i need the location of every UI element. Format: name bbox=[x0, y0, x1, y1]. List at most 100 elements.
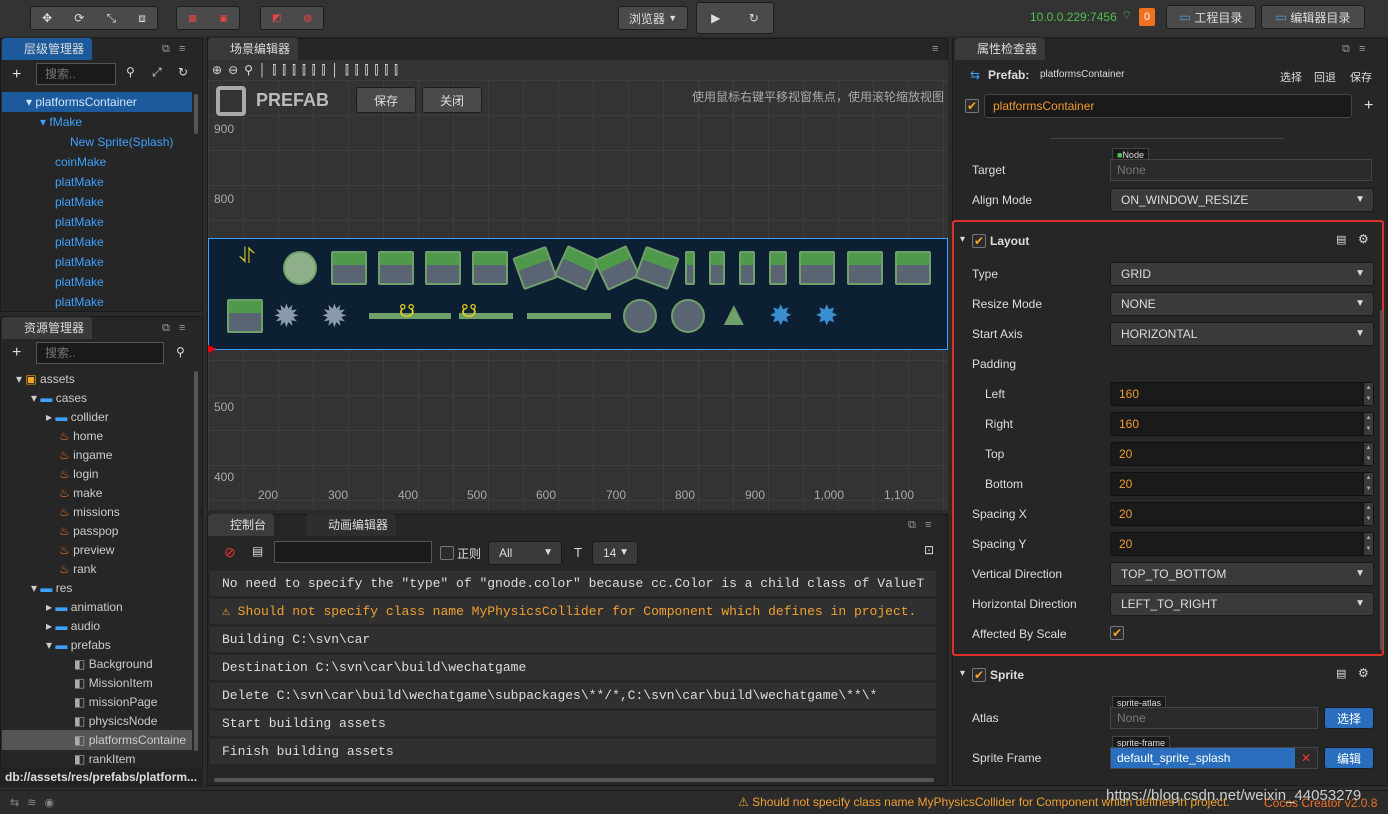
tree-node[interactable]: platMake bbox=[55, 272, 104, 292]
project-dir-button[interactable]: ▭ 工程目录 bbox=[1166, 5, 1256, 29]
affected-by-scale-checkbox[interactable]: ✔ bbox=[1110, 626, 1124, 640]
regex-checkbox[interactable] bbox=[440, 546, 454, 560]
scene-viewport[interactable]: PREFAB 保存 关闭 使用鼠标右键平移视窗焦点，使用滚轮缩放视图 900 8… bbox=[208, 80, 948, 510]
tree-node[interactable]: platMake bbox=[55, 192, 104, 212]
vertical-direction-select[interactable]: TOP_TO_BOTTOM ▼ bbox=[1110, 562, 1374, 586]
add-component-icon[interactable]: + bbox=[1364, 97, 1373, 115]
collapse-arrow-icon[interactable]: ▾ bbox=[960, 234, 965, 245]
layout-enabled-checkbox[interactable]: ✔ bbox=[972, 234, 986, 248]
search-icon[interactable]: ⚲ bbox=[126, 65, 135, 79]
collapse-arrow-icon[interactable]: ▾ bbox=[960, 668, 965, 679]
font-size-select[interactable]: 14 ▼ bbox=[592, 541, 638, 565]
tree-folder[interactable]: ▾ ▣ assets bbox=[16, 369, 75, 389]
gear-icon[interactable]: ⚙ bbox=[1358, 666, 1369, 680]
assets-scrollbar[interactable] bbox=[194, 371, 198, 751]
tree-folder[interactable]: ▸ ▬ collider bbox=[46, 407, 109, 427]
panel-menu-icon[interactable]: ≡ bbox=[932, 43, 938, 55]
layout-header[interactable]: ▾ ✔ Layout ▤ ⚙ bbox=[958, 231, 1376, 251]
horizontal-direction-select[interactable]: LEFT_TO_RIGHT ▼ bbox=[1110, 592, 1374, 616]
tree-node[interactable]: platMake bbox=[55, 212, 104, 232]
eye-icon[interactable]: ◉ bbox=[44, 797, 62, 809]
padding-right-input[interactable]: 160 ▲ ▼ bbox=[1110, 412, 1374, 436]
local-icon[interactable]: ▦ bbox=[188, 13, 197, 24]
editor-dir-button[interactable]: ▭ 编辑器目录 bbox=[1261, 5, 1365, 29]
database-icon[interactable]: ≋ bbox=[27, 797, 44, 809]
panel-menu-icon[interactable]: ⧉ ≡ bbox=[1342, 43, 1365, 56]
tree-node-selected[interactable]: ▾ platformsContainer bbox=[2, 92, 192, 112]
tree-folder[interactable]: ▸ ▬ animation bbox=[46, 597, 123, 617]
resize-mode-select[interactable]: NONE ▼ bbox=[1110, 292, 1374, 316]
node-active-checkbox[interactable]: ✔ bbox=[965, 99, 979, 113]
gear-icon[interactable]: ⚙ bbox=[1358, 232, 1369, 246]
browser-select[interactable]: 浏览器 ▼ bbox=[618, 6, 688, 30]
log-file-icon[interactable]: ▤ bbox=[252, 544, 263, 558]
align-icon[interactable]: ⫿⫿⫿⫿⫿⫿ bbox=[272, 63, 331, 77]
add-node-icon[interactable]: + bbox=[12, 66, 21, 84]
tree-folder[interactable]: ▾ ▬ prefabs bbox=[46, 635, 111, 655]
type-select[interactable]: GRID ▼ bbox=[1110, 262, 1374, 286]
start-axis-select[interactable]: HORIZONTAL ▼ bbox=[1110, 322, 1374, 346]
tree-node[interactable]: platMake bbox=[55, 292, 104, 310]
hierarchy-search-input[interactable] bbox=[36, 63, 116, 85]
platforms-container-node[interactable]: ▶ ⥯ ✹ ✹ ☋ ☋ ▲ ✸ ✸ bbox=[208, 238, 948, 355]
refresh-icon[interactable]: ↻ bbox=[178, 65, 188, 79]
sprite-frame-field[interactable]: default_sprite_splash ✕ bbox=[1110, 747, 1318, 769]
play-icon[interactable]: ▶ bbox=[711, 11, 720, 25]
prefab-select-button[interactable]: 选择 bbox=[1280, 69, 1302, 85]
tree-scene[interactable]: ♨ passpop bbox=[59, 521, 118, 541]
sprite-header[interactable]: ▾ ✔ Sprite ▤ ⚙ bbox=[958, 665, 1376, 685]
collapse-icon[interactable]: ⤢ bbox=[152, 65, 162, 80]
prefab-save-button[interactable]: 保存 bbox=[1350, 69, 1372, 85]
sprite-enabled-checkbox[interactable]: ✔ bbox=[972, 668, 986, 682]
notification-badge[interactable]: 0 bbox=[1139, 8, 1155, 26]
move-tool-icon[interactable]: ✥ bbox=[42, 11, 52, 25]
hierarchy-scrollbar[interactable] bbox=[194, 94, 198, 134]
log-level-select[interactable]: All ▼ bbox=[488, 541, 562, 565]
frame-edit-button[interactable]: 编辑 bbox=[1324, 747, 1374, 769]
node-name-input[interactable] bbox=[984, 94, 1352, 118]
tree-scene[interactable]: ♨ missions bbox=[59, 502, 120, 522]
tree-prefab[interactable]: ◧ physicsNode bbox=[74, 711, 157, 731]
tree-scene[interactable]: ♨ home bbox=[59, 426, 103, 446]
console-hscrollbar[interactable] bbox=[214, 778, 934, 782]
scene-tab[interactable]: 场景编辑器 bbox=[208, 38, 299, 60]
tree-prefab[interactable]: ◧ rankItem bbox=[74, 749, 135, 765]
clear-icon[interactable]: ⊘ bbox=[224, 544, 236, 561]
tree-prefab[interactable]: ◧ MissionItem bbox=[74, 673, 153, 693]
doc-icon[interactable]: ▤ bbox=[1336, 233, 1346, 246]
inspector-scrollbar[interactable] bbox=[1380, 310, 1383, 650]
tree-folder[interactable]: ▾ ▬ cases bbox=[31, 388, 87, 408]
search-icon[interactable]: ⚲ bbox=[176, 345, 185, 359]
tree-node[interactable]: coinMake bbox=[55, 152, 106, 172]
grid-icon[interactable]: ◍ bbox=[303, 13, 312, 24]
animation-tab[interactable]: 动画编辑器 bbox=[306, 514, 397, 536]
console-filter-input[interactable] bbox=[274, 541, 432, 563]
assets-search-input[interactable] bbox=[36, 342, 164, 364]
snap-icon[interactable]: ◩ bbox=[272, 13, 281, 24]
align-mode-select[interactable]: ON_WINDOW_RESIZE ▼ bbox=[1110, 188, 1374, 212]
panel-menu-icon[interactable]: ⧉ ≡ bbox=[162, 43, 185, 56]
padding-bottom-input[interactable]: 20 ▲ ▼ bbox=[1110, 472, 1374, 496]
padding-left-input[interactable]: 160 ▲ ▼ bbox=[1110, 382, 1374, 406]
tree-scene[interactable]: ♨ make bbox=[59, 483, 102, 503]
tree-node[interactable]: New Sprite(Splash) bbox=[70, 132, 173, 152]
prefab-close-button[interactable]: 关闭 bbox=[422, 87, 482, 113]
rect-tool-icon[interactable]: ⧈ bbox=[138, 11, 146, 26]
assets-tab[interactable]: 资源管理器 bbox=[2, 317, 93, 339]
refresh-icon[interactable]: ↻ bbox=[749, 11, 759, 25]
tree-node[interactable]: ▾ fMake bbox=[40, 112, 82, 132]
zoom-out-icon[interactable]: ⊖ bbox=[228, 63, 244, 77]
prefab-save-button[interactable]: 保存 bbox=[356, 87, 416, 113]
prefab-revert-button[interactable]: 回退 bbox=[1314, 69, 1336, 85]
add-asset-icon[interactable]: + bbox=[12, 344, 21, 362]
atlas-field[interactable]: None bbox=[1110, 707, 1318, 729]
tree-scene[interactable]: ♨ preview bbox=[59, 540, 114, 560]
tree-prefab[interactable]: ◧ Background bbox=[74, 654, 153, 674]
tree-node[interactable]: platMake bbox=[55, 232, 104, 252]
target-field[interactable]: None bbox=[1110, 159, 1372, 181]
tree-scene[interactable]: ♨ rank bbox=[59, 559, 96, 579]
panel-menu-icon[interactable]: ⧉ ≡ bbox=[908, 519, 931, 532]
tree-node[interactable]: platMake bbox=[55, 172, 104, 192]
console-tab[interactable]: 控制台 bbox=[208, 514, 275, 536]
tree-prefab-selected[interactable]: ◧ platformsContaine bbox=[2, 730, 192, 750]
